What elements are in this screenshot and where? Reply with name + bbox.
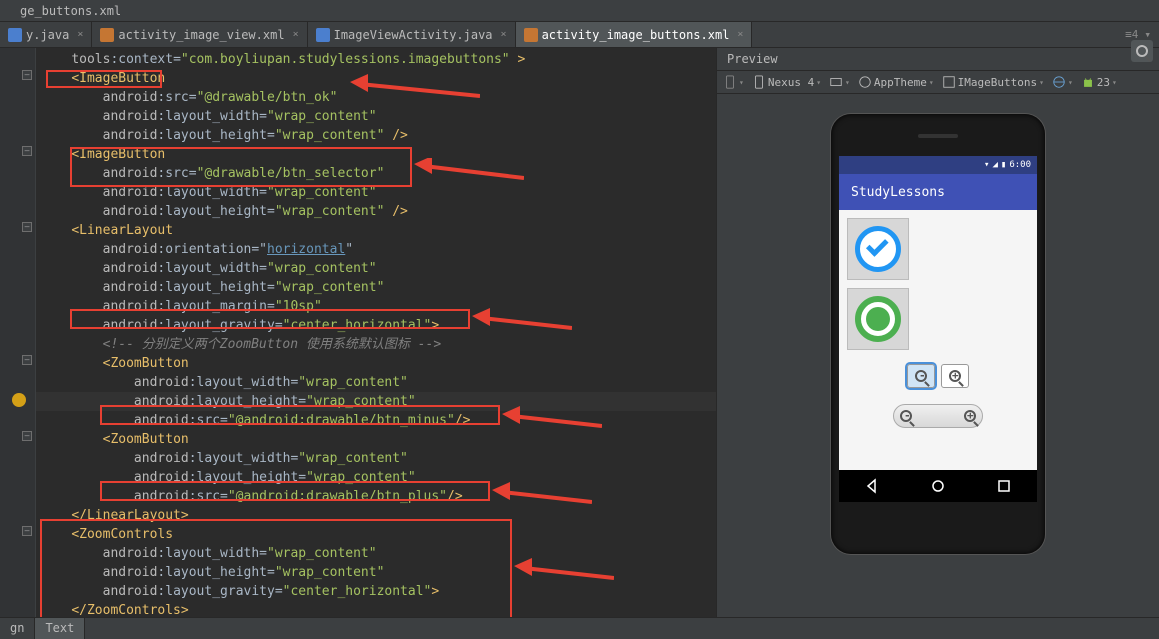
- app-bar: StudyLessons: [839, 174, 1037, 210]
- xml-file-icon: [100, 28, 114, 42]
- phone-screen[interactable]: ▾ ◢ ▮ 6:00 StudyLessons: [839, 156, 1037, 502]
- home-icon[interactable]: [930, 478, 946, 494]
- app-content: [839, 210, 1037, 436]
- rotate-icon: [829, 75, 843, 89]
- close-icon[interactable]: ×: [737, 29, 743, 40]
- phone-icon: [723, 75, 737, 89]
- phone-speaker: [918, 134, 958, 138]
- zoom-controls[interactable]: [893, 404, 983, 428]
- zoom-fit-button[interactable]: [1131, 40, 1153, 62]
- zoom-minus-button[interactable]: [907, 364, 935, 388]
- breadcrumb-file: ge_buttons.xml: [10, 1, 131, 21]
- locale-dropdown[interactable]: ▾: [1052, 75, 1073, 89]
- api-dropdown[interactable]: 23▾: [1081, 75, 1117, 89]
- activity-dropdown[interactable]: IMageButtons▾: [942, 75, 1044, 89]
- theme-dropdown[interactable]: AppTheme▾: [858, 75, 934, 89]
- activity-icon: [942, 75, 956, 89]
- code-content[interactable]: tools:context="com.boyliupan.studylessio…: [0, 48, 716, 617]
- xml-file-icon: [524, 28, 538, 42]
- back-icon[interactable]: [864, 478, 880, 494]
- tab-java-1[interactable]: y.java×: [0, 22, 92, 47]
- zoom-plus-button[interactable]: [941, 364, 969, 388]
- recent-icon[interactable]: [996, 478, 1012, 494]
- device-preview: ▾ ◢ ▮ 6:00 StudyLessons: [831, 114, 1045, 554]
- close-icon[interactable]: ×: [501, 29, 507, 40]
- android-icon: [1081, 75, 1095, 89]
- tab-xml-2[interactable]: activity_image_buttons.xml×: [516, 22, 753, 47]
- preview-toolbar: ▾ Nexus 4▾ ▾ AppTheme▾ IMageButtons▾ ▾: [717, 71, 1159, 94]
- image-button-ok[interactable]: [847, 218, 909, 280]
- editor-tab-bar: y.java× activity_image_view.xml× ImageVi…: [0, 22, 1159, 48]
- breadcrumb-bar: ge_buttons.xml: [0, 0, 1159, 22]
- java-file-icon: [8, 28, 22, 42]
- globe-icon: [1052, 75, 1066, 89]
- image-button-selector[interactable]: [847, 288, 909, 350]
- editor-view-tabs: gn Text: [0, 617, 1159, 639]
- device-dropdown[interactable]: Nexus 4▾: [752, 75, 821, 89]
- clock: 6:00: [1009, 160, 1031, 170]
- java-file-icon: [316, 28, 330, 42]
- design-tab[interactable]: gn: [0, 618, 35, 639]
- signal-icon: ◢: [992, 160, 997, 170]
- close-icon[interactable]: ×: [293, 29, 299, 40]
- preview-pane: Preview ▾ Nexus 4▾ ▾ AppTheme▾ IMageButt…: [716, 48, 1159, 617]
- tab-java-2[interactable]: ImageViewActivity.java×: [308, 22, 516, 47]
- zoom-buttons-row: [847, 364, 1029, 388]
- zoom-out-icon[interactable]: [900, 410, 912, 422]
- close-icon[interactable]: ×: [77, 29, 83, 40]
- android-nav-bar: [839, 470, 1037, 502]
- phone-icon: [752, 75, 766, 89]
- orientation-button[interactable]: ▾: [829, 75, 850, 89]
- code-editor[interactable]: – – – – – – tools:context="com.boyliupan…: [0, 48, 716, 617]
- status-bar: ▾ ◢ ▮ 6:00: [839, 156, 1037, 174]
- preview-title: Preview: [717, 48, 1159, 71]
- text-tab[interactable]: Text: [35, 618, 85, 639]
- battery-icon: ▮: [1001, 160, 1006, 170]
- theme-icon: [858, 75, 872, 89]
- device-selector[interactable]: ▾: [723, 75, 744, 89]
- zoom-in-icon[interactable]: [964, 410, 976, 422]
- tab-xml-1[interactable]: activity_image_view.xml×: [92, 22, 307, 47]
- wifi-icon: ▾: [984, 160, 989, 170]
- app-title: StudyLessons: [851, 185, 945, 200]
